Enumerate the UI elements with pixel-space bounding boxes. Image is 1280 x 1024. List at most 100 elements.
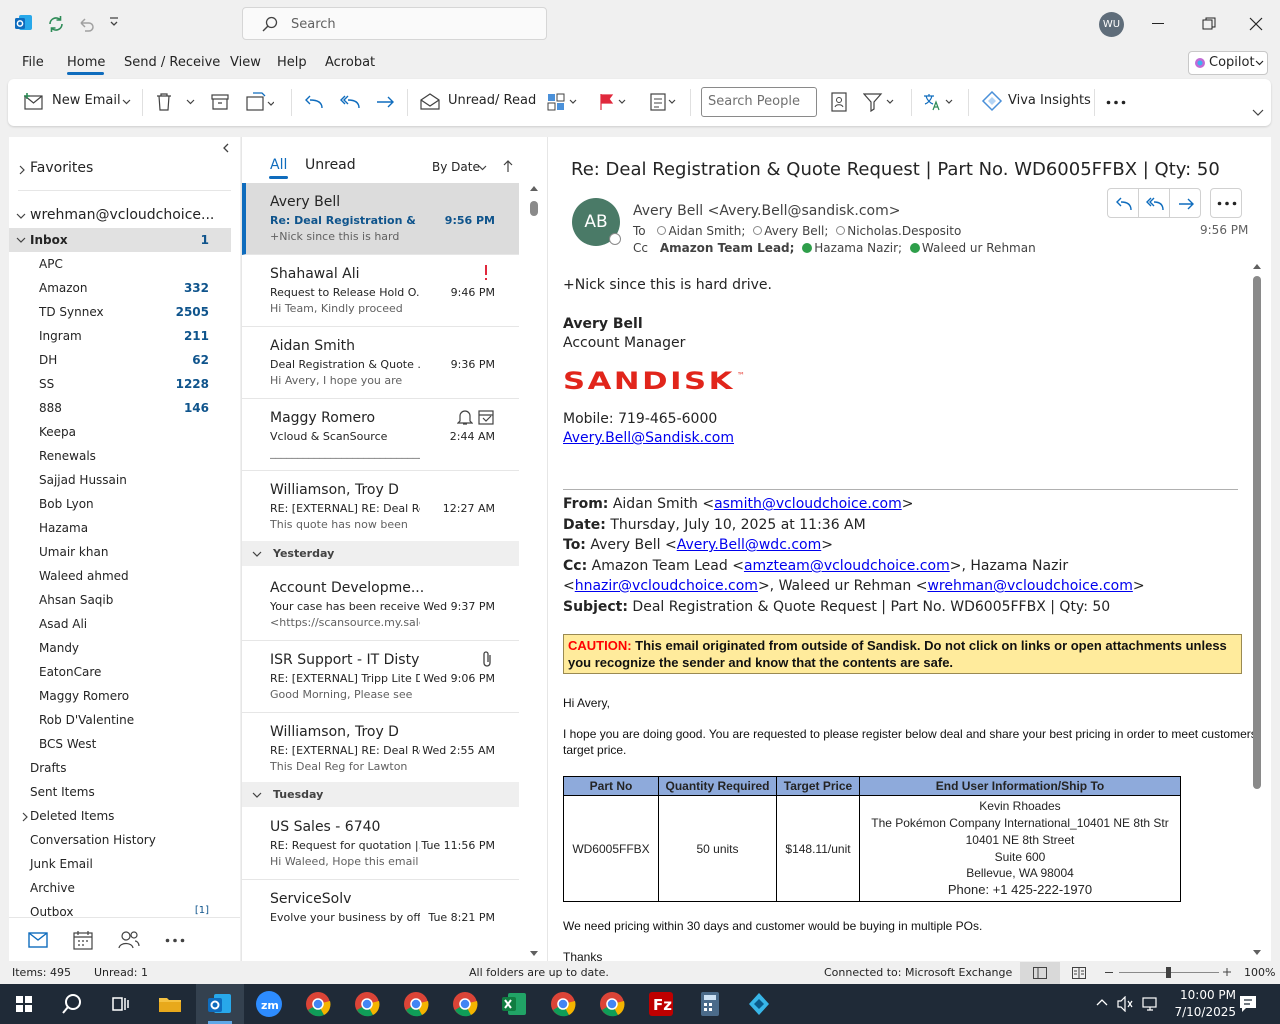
customize-quick-access-icon[interactable] (108, 15, 120, 29)
windows-start-icon[interactable] (10, 990, 38, 1018)
menu-acrobat[interactable]: Acrobat (325, 55, 375, 70)
close-icon[interactable] (1249, 17, 1263, 31)
message-item[interactable]: Williamson, Troy D RE: [EXTERNAL] RE: Dea… (242, 471, 519, 543)
reply-all-button[interactable] (1138, 188, 1170, 218)
folder-outbox[interactable]: Outbox [1] (9, 900, 231, 917)
task-view-icon[interactable] (106, 990, 134, 1018)
reading-pane-scrollbar[interactable] (1253, 276, 1261, 789)
sync-icon[interactable] (47, 15, 65, 33)
menu-home[interactable]: Home (67, 55, 105, 70)
search-input[interactable]: Search (242, 7, 547, 40)
sort-direction-icon[interactable] (503, 159, 513, 173)
normal-view-button[interactable] (1020, 962, 1060, 984)
favorites-header[interactable]: Favorites (9, 157, 231, 181)
folder-item[interactable]: Archive (9, 876, 231, 900)
people-icon[interactable] (118, 930, 140, 950)
forward-icon[interactable] (375, 93, 395, 111)
filter-icon[interactable] (863, 92, 895, 112)
move-icon[interactable] (246, 92, 274, 112)
folder-item[interactable]: Umair khan (9, 540, 231, 564)
collapse-pane-icon[interactable] (222, 143, 230, 153)
folder-item[interactable]: Amazon 332 (9, 276, 231, 300)
zoom-app-icon[interactable]: zm (255, 990, 283, 1018)
archive-icon[interactable] (211, 93, 229, 111)
message-item[interactable]: Williamson, Troy D RE: [EXTERNAL] RE: Dea… (242, 713, 519, 785)
folder-item[interactable]: Mandy (9, 636, 231, 660)
chrome-icon[interactable] (304, 990, 332, 1018)
group-header-yesterday[interactable]: Yesterday (242, 541, 519, 566)
folder-item[interactable]: TD Synnex 2505 (9, 300, 231, 324)
menu-help[interactable]: Help (277, 55, 307, 70)
categorize-icon[interactable] (547, 92, 581, 112)
app-icon[interactable] (745, 990, 773, 1018)
folder-item[interactable]: Maggy Romero (9, 684, 231, 708)
folder-item[interactable]: Bob Lyon (9, 492, 231, 516)
copilot-button[interactable]: Copilot (1188, 51, 1268, 75)
folder-inbox[interactable]: Inbox 1 (9, 228, 231, 252)
user-avatar[interactable]: WU (1099, 12, 1124, 37)
folder-item[interactable]: Ahsan Saqib (9, 588, 231, 612)
chrome-icon[interactable] (402, 990, 430, 1018)
translate-icon[interactable] (922, 92, 956, 112)
folder-item[interactable]: APC (9, 252, 231, 276)
rules-icon[interactable] (649, 92, 681, 112)
search-people-input[interactable]: Search People (701, 87, 817, 117)
menu-view[interactable]: View (230, 55, 261, 70)
clock-time[interactable]: 10:00 PM (1180, 988, 1236, 1002)
calendar-icon[interactable] (73, 930, 93, 950)
signature-email-link[interactable]: Avery.Bell@Sandisk.com (563, 430, 734, 446)
undo-icon[interactable] (77, 15, 95, 33)
tab-all[interactable]: All (270, 157, 287, 173)
folder-item[interactable]: SS 1228 (9, 372, 231, 396)
recipient[interactable]: Waleed ur Rehman (922, 241, 1036, 255)
folder-item[interactable]: Hazama (9, 516, 231, 540)
folder-item[interactable]: Rob D'Valentine (9, 708, 231, 732)
folder-item[interactable]: Sajjad Hussain (9, 468, 231, 492)
message-list-scrollbar[interactable] (530, 201, 538, 216)
reply-icon[interactable] (304, 93, 324, 111)
folder-item[interactable]: Sent Items (9, 780, 231, 804)
excel-icon[interactable] (500, 990, 528, 1018)
chrome-icon[interactable] (353, 990, 381, 1018)
calculator-icon[interactable] (696, 990, 724, 1018)
chrome-icon[interactable] (598, 990, 626, 1018)
mail-icon[interactable] (28, 932, 48, 948)
reply-button[interactable] (1107, 188, 1139, 218)
minimize-icon[interactable] (1152, 22, 1166, 26)
menu-send-receive[interactable]: Send / Receive (124, 55, 220, 70)
recipient[interactable]: Avery Bell; (764, 224, 828, 238)
reply-all-icon[interactable] (339, 93, 361, 111)
email-from[interactable]: Avery Bell <Avery.Bell@sandisk.com> (633, 203, 900, 219)
message-item[interactable]: ISR Support - IT Disty RE: [EXTERNAL] Tri… (242, 641, 519, 713)
message-item[interactable]: US Sales - 6740 RE: Request for quotation… (242, 808, 519, 880)
viva-insights-button[interactable]: Viva Insights (1008, 93, 1091, 108)
recipient[interactable]: Hazama Nazir; (814, 241, 902, 255)
sort-by-date[interactable]: By Date (432, 160, 480, 174)
zoom-in-icon[interactable] (1222, 967, 1232, 977)
folder-item[interactable]: BCS West (9, 732, 231, 756)
folder-item[interactable]: Keepa (9, 420, 231, 444)
scroll-up-icon[interactable] (1252, 263, 1262, 270)
folder-item[interactable]: Waleed ahmed (9, 564, 231, 588)
restore-icon[interactable] (1202, 17, 1216, 31)
message-item[interactable]: Account Developme... Your case has been r… (242, 569, 519, 641)
email-link[interactable]: Avery.Bell@wdc.com (677, 537, 822, 553)
folder-item[interactable]: Drafts (9, 756, 231, 780)
recipient[interactable]: Aidan Smith; (668, 224, 745, 238)
folder-item[interactable]: Ingram 211 (9, 324, 231, 348)
email-link[interactable]: hnazir@vcloudchoice.com (575, 578, 758, 594)
clock-date[interactable]: 7/10/2025 (1174, 1005, 1236, 1019)
chevron-down-icon[interactable] (186, 99, 195, 105)
folder-item[interactable]: DH 62 (9, 348, 231, 372)
scroll-down-icon[interactable] (1252, 949, 1262, 956)
group-header-tuesday[interactable]: Tuesday (242, 782, 519, 807)
flag-icon[interactable] (598, 92, 632, 112)
message-item[interactable]: Aidan Smith Deal Registration & Quote ...… (242, 327, 519, 399)
recipient[interactable]: Nicholas.Desposito (847, 224, 961, 238)
volume-muted-icon[interactable] (1117, 996, 1133, 1012)
email-link[interactable]: asmith@vcloudchoice.com (714, 496, 902, 512)
folder-item[interactable]: Deleted Items (9, 804, 231, 828)
folder-item[interactable]: Conversation History (9, 828, 231, 852)
scroll-down-icon[interactable] (529, 950, 539, 957)
folder-item[interactable]: 888 146 (9, 396, 231, 420)
